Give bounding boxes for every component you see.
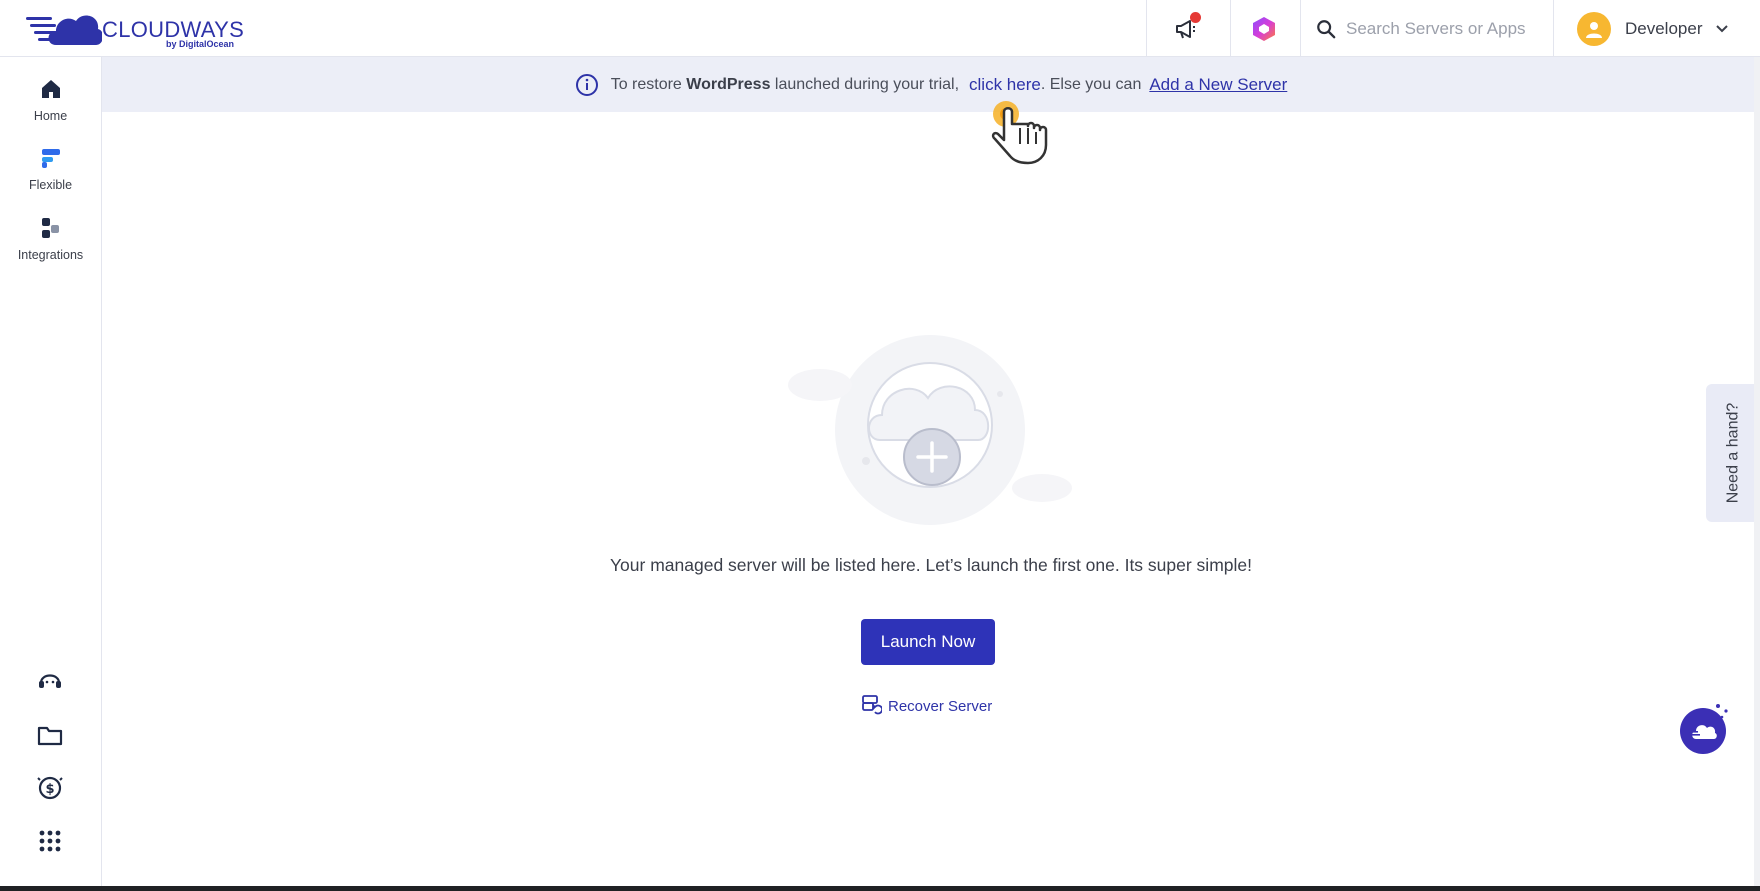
empty-servers-illustration (788, 335, 1072, 525)
brand-sub: by DigitalOcean (166, 39, 235, 49)
info-icon (575, 73, 599, 97)
header-divider (1230, 0, 1231, 57)
announcements-button[interactable] (1170, 12, 1204, 46)
apps-grid-button[interactable] (36, 827, 64, 855)
page-scrollbar[interactable] (1754, 57, 1760, 886)
user-icon (1586, 22, 1602, 38)
banner-middle: launched during your trial, (770, 75, 960, 93)
support-icon (39, 674, 61, 688)
avatar (1577, 12, 1611, 46)
search-icon (1317, 20, 1336, 39)
chat-bot-icon (1689, 725, 1717, 739)
recover-server-icon (862, 695, 882, 715)
home-icon (41, 80, 60, 98)
sidebar-item-label: Home (33, 109, 68, 123)
banner-else: . Else you can (1040, 75, 1142, 93)
folder-icon (37, 726, 63, 746)
need-a-hand-tab[interactable]: Need a hand? (1706, 384, 1760, 522)
sidebar-item-label: Flexible (28, 178, 73, 192)
flexible-icon (41, 149, 60, 168)
sidebar-item-home[interactable]: Home (0, 77, 101, 139)
chevron-down-icon (1715, 25, 1728, 33)
app-root: CLOUDWAYS by DigitalOcean Search Servers… (0, 0, 1760, 891)
sidebar-item-label: Integrations (17, 248, 84, 262)
launch-now-button[interactable]: Launch Now (861, 619, 995, 665)
restore-banner: To restore WordPress launched during you… (102, 57, 1760, 112)
files-button[interactable] (36, 721, 64, 749)
empty-state-message: Your managed server will be listed here.… (609, 555, 1252, 575)
top-header: CLOUDWAYS by DigitalOcean Search Servers… (0, 0, 1760, 57)
svg-text:$: $ (45, 782, 54, 797)
cloudways-logo[interactable]: CLOUDWAYS by DigitalOcean (26, 9, 246, 49)
bottom-edge (0, 886, 1760, 891)
need-a-hand-label: Need a hand? (1724, 402, 1741, 504)
click-here-link[interactable]: click here (969, 75, 1041, 95)
apps-grid-icon (39, 830, 61, 852)
copilot-button[interactable] (1247, 12, 1281, 46)
billing-button[interactable]: $ (36, 774, 64, 802)
integrations-icon (41, 218, 59, 238)
user-menu[interactable]: Developer (1577, 11, 1729, 47)
left-sidebar: Home Flexible Integrations $ (0, 57, 102, 886)
banner-prefix: To restore (610, 75, 687, 93)
banner-app-name: WordPress (686, 75, 771, 93)
support-button[interactable] (36, 666, 64, 694)
recover-server-label: Recover Server (888, 697, 993, 715)
header-divider (1553, 0, 1554, 57)
billing-icon: $ (37, 776, 63, 800)
search-bar[interactable] (1316, 14, 1546, 44)
add-new-server-link[interactable]: Add a New Server (1149, 75, 1287, 95)
user-name: Developer (1625, 19, 1703, 38)
chat-sparkle-dots (1716, 704, 1728, 719)
header-divider (1300, 0, 1301, 57)
notification-dot (1190, 12, 1201, 23)
copilot-icon (1253, 17, 1275, 41)
header-divider (1146, 0, 1147, 57)
sidebar-item-flexible[interactable]: Flexible (0, 146, 101, 208)
recover-server-link[interactable]: Recover Server (862, 695, 992, 717)
sidebar-item-integrations[interactable]: Integrations (0, 216, 101, 278)
cloud-logo-icon (26, 15, 102, 45)
search-input[interactable] (1346, 19, 1546, 39)
